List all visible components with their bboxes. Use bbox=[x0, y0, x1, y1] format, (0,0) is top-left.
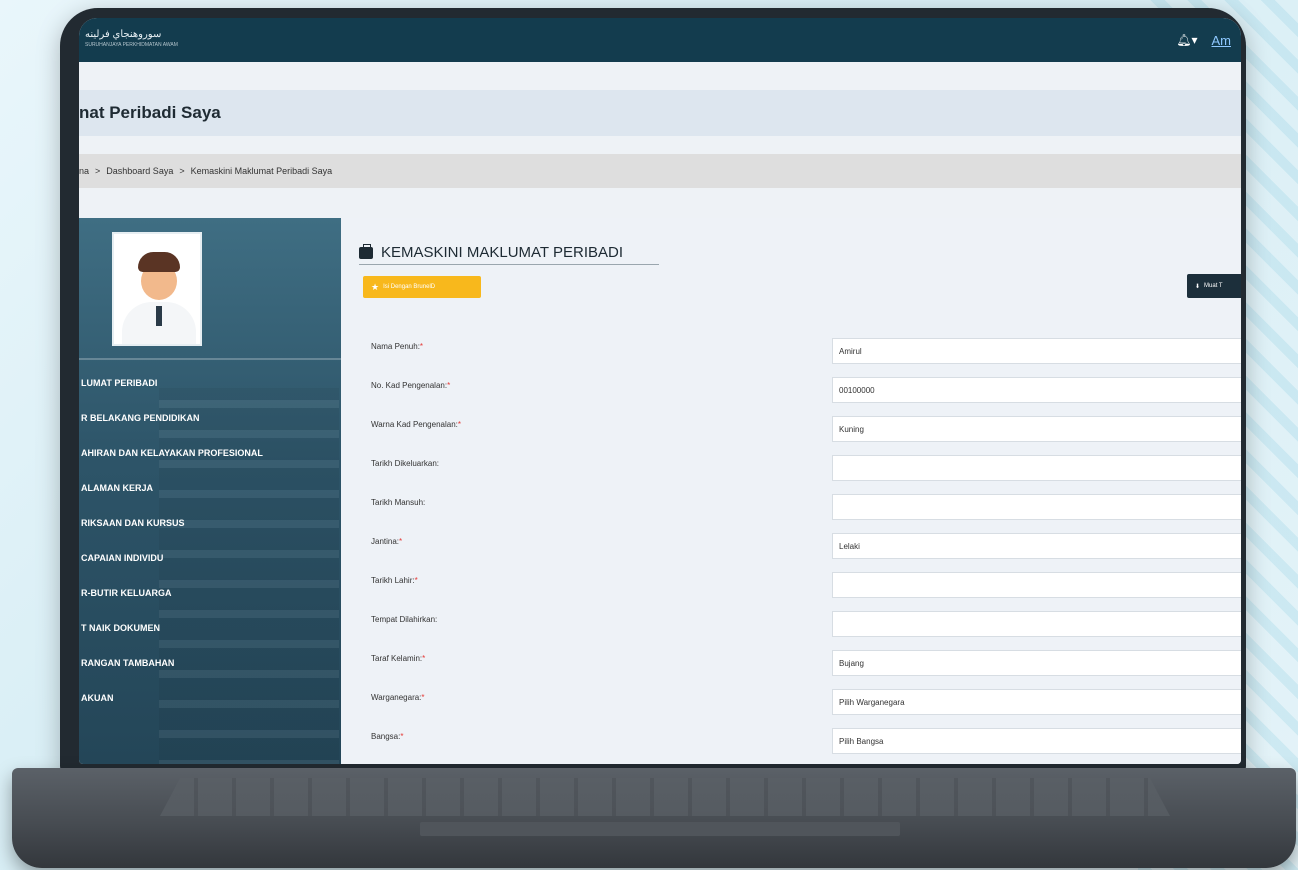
sidebar-item-pencapaian-individu[interactable]: CAPAIAN INDIVIDU bbox=[79, 541, 341, 576]
taraf-kelamin-select[interactable] bbox=[832, 650, 1241, 676]
top-navbar: سوروهنجاي فرلينه SURUHANJAYA PERKHIDMATA… bbox=[79, 18, 1241, 62]
tempat-dilahirkan-input[interactable] bbox=[832, 611, 1241, 637]
sidebar-item-muat-naik-dokumen[interactable]: T NAIK DOKUMEN bbox=[79, 611, 341, 646]
breadcrumb-dashboard[interactable]: Dashboard Saya bbox=[106, 166, 173, 176]
briefcase-icon bbox=[359, 243, 373, 259]
breadcrumb-current: Kemaskini Maklumat Peribadi Saya bbox=[190, 166, 333, 176]
tarikh-lahir-input[interactable] bbox=[832, 572, 1241, 598]
form-row-nama-penuh: Nama Penuh:* bbox=[341, 338, 1241, 368]
form-row-no-kad: No. Kad Pengenalan:* bbox=[341, 377, 1241, 407]
logo-subtext: SURUHANJAYA PERKHIDMATAN AWAM bbox=[85, 42, 178, 48]
label-tarikh-dikeluarkan: Tarikh Dikeluarkan: bbox=[371, 459, 440, 468]
tarikh-dikeluarkan-input[interactable] bbox=[832, 455, 1241, 481]
section-title-text: KEMASKINI MAKLUMAT PERIBADI bbox=[381, 244, 623, 261]
jantina-select[interactable] bbox=[832, 533, 1241, 559]
sidebar-menu: LUMAT PERIBADI R BELAKANG PENDIDIKAN AHI… bbox=[79, 366, 341, 716]
breadcrumb: na > Dashboard Saya > Kemaskini Maklumat… bbox=[79, 154, 1241, 188]
download-button[interactable]: ⬇ Muat T bbox=[1187, 274, 1241, 298]
sidebar-item-latar-belakang-pendidikan[interactable]: R BELAKANG PENDIDIKAN bbox=[79, 401, 341, 436]
no-kad-input[interactable] bbox=[832, 377, 1241, 403]
avatar bbox=[112, 232, 202, 346]
app-logo[interactable]: سوروهنجاي فرلينه SURUHANJAYA PERKHIDMATA… bbox=[85, 29, 178, 51]
label-tarikh-mansuh: Tarikh Mansuh: bbox=[371, 498, 426, 507]
laptop-keyboard bbox=[160, 778, 1170, 816]
sidebar-divider bbox=[79, 358, 341, 360]
fill-button-label: Isi Dengan BrunelD bbox=[383, 284, 436, 290]
breadcrumb-home[interactable]: na bbox=[79, 166, 89, 176]
sidebar-item-akuan[interactable]: AKUAN bbox=[79, 681, 341, 716]
label-nama-penuh: Nama Penuh:* bbox=[371, 342, 424, 351]
laptop-screen: سوروهنجاي فرلينه SURUHANJAYA PERKHIDMATA… bbox=[79, 18, 1241, 764]
form-row-tarikh-lahir: Tarikh Lahir:* bbox=[341, 572, 1241, 602]
page-title: nat Peribadi Saya bbox=[79, 103, 221, 122]
breadcrumb-separator: > bbox=[95, 166, 101, 176]
tarikh-mansuh-input[interactable] bbox=[832, 494, 1241, 520]
laptop-trackpad bbox=[420, 822, 900, 836]
form-row-taraf-kelamin: Taraf Kelamin:* bbox=[341, 650, 1241, 680]
warna-kad-select[interactable] bbox=[832, 416, 1241, 442]
form-row-tarikh-dikeluarkan: Tarikh Dikeluarkan: bbox=[341, 455, 1241, 485]
form-row-jantina: Jantina:* bbox=[341, 533, 1241, 563]
breadcrumb-separator: > bbox=[179, 166, 185, 176]
title-underline bbox=[359, 264, 659, 265]
logo-text: سوروهنجاي فرلينه bbox=[85, 29, 162, 40]
sidebar-item-keterangan-tambahan[interactable]: RANGAN TAMBAHAN bbox=[79, 646, 341, 681]
label-tempat-dilahirkan: Tempat Dilahirkan: bbox=[371, 615, 438, 624]
form-row-warna-kad: Warna Kad Pengenalan:* bbox=[341, 416, 1241, 446]
form-row-tempat-dilahirkan: Tempat Dilahirkan: bbox=[341, 611, 1241, 641]
sidebar-item-pengalaman-kerja[interactable]: ALAMAN KERJA bbox=[79, 471, 341, 506]
star-icon: ★ bbox=[371, 281, 380, 292]
label-taraf-kelamin: Taraf Kelamin:* bbox=[371, 654, 426, 663]
page-title-bar: nat Peribadi Saya bbox=[79, 90, 1241, 136]
bell-icon[interactable]: 🔔︎▾ bbox=[1176, 33, 1197, 47]
fill-with-bruneid-button[interactable]: ★ Isi Dengan BrunelD bbox=[363, 276, 481, 298]
sidebar-item-kemahiran-kelayakan[interactable]: AHIRAN DAN KELAYAKAN PROFESIONAL bbox=[79, 436, 341, 471]
download-button-label: Muat T bbox=[1204, 283, 1223, 289]
form-row-bangsa: Bangsa:* bbox=[341, 728, 1241, 758]
warganegara-select[interactable] bbox=[832, 689, 1241, 715]
sidebar-item-butir-keluarga[interactable]: R-BUTIR KELUARGA bbox=[79, 576, 341, 611]
label-no-kad: No. Kad Pengenalan:* bbox=[371, 381, 451, 390]
label-warganegara: Warganegara:* bbox=[371, 693, 425, 702]
label-jantina: Jantina:* bbox=[371, 537, 403, 546]
sidebar: LUMAT PERIBADI R BELAKANG PENDIDIKAN AHI… bbox=[79, 218, 341, 764]
bangsa-select[interactable] bbox=[832, 728, 1241, 754]
download-icon: ⬇ bbox=[1195, 283, 1201, 290]
label-bangsa: Bangsa:* bbox=[371, 732, 404, 741]
label-warna-kad: Warna Kad Pengenalan:* bbox=[371, 420, 461, 429]
form-row-warganegara: Warganegara:* bbox=[341, 689, 1241, 719]
sidebar-item-peperiksaan-kursus[interactable]: RIKSAAN DAN KURSUS bbox=[79, 506, 341, 541]
user-menu-link[interactable]: Am bbox=[1212, 33, 1232, 48]
sidebar-item-maklumat-peribadi[interactable]: LUMAT PERIBADI bbox=[79, 366, 341, 401]
form-row-tarikh-mansuh: Tarikh Mansuh: bbox=[341, 494, 1241, 524]
label-tarikh-lahir: Tarikh Lahir:* bbox=[371, 576, 418, 585]
nama-penuh-input[interactable] bbox=[832, 338, 1241, 364]
section-title: KEMASKINI MAKLUMAT PERIBADI bbox=[359, 243, 623, 261]
main-content: KEMASKINI MAKLUMAT PERIBADI ★ Isi Dengan… bbox=[341, 218, 1241, 764]
topbar-actions: 🔔︎▾ Am bbox=[1176, 33, 1231, 48]
